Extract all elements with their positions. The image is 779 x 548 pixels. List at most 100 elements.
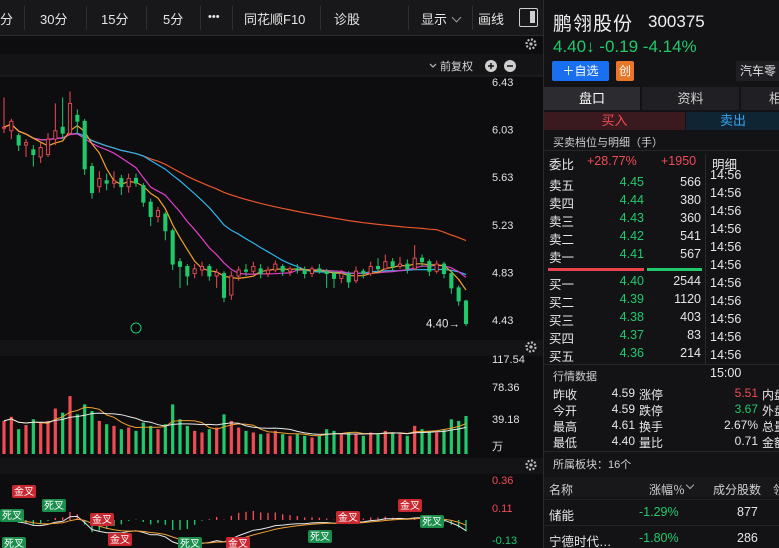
candle-body <box>280 265 285 272</box>
buy-button[interactable]: 买入 <box>544 112 685 130</box>
quote-label: 换手 <box>639 420 664 434</box>
volume-bar <box>398 434 402 454</box>
candle-body <box>346 273 351 283</box>
ask-level-row[interactable]: 卖二 4.42 541 <box>544 228 704 247</box>
volume-bar <box>68 396 72 454</box>
volume-bar <box>200 432 204 454</box>
volume-bar <box>266 433 270 454</box>
volume-bar <box>288 435 292 454</box>
bid-level-row[interactable]: 买一 4.40 2544 <box>544 273 704 292</box>
volume-bar <box>112 425 116 454</box>
volume-bar <box>339 434 343 454</box>
volume-bar <box>2 420 6 454</box>
bid-level-row[interactable]: 买五 4.36 214 <box>544 345 704 364</box>
bid-level-row[interactable]: 买二 4.39 1120 <box>544 291 704 310</box>
divider <box>24 6 25 30</box>
period-30m-button[interactable]: 30分 <box>40 9 67 28</box>
level-volume: 2544 <box>673 274 701 288</box>
candle-body <box>111 180 117 184</box>
period-5m-button[interactable]: 5分 <box>163 9 183 28</box>
col-leader[interactable]: 领 <box>773 481 779 498</box>
tab-pankou[interactable]: 盘口 <box>544 87 641 110</box>
sector-row[interactable]: 储能 -1.29% 877 <box>544 499 779 523</box>
ma60-line <box>3 123 467 242</box>
price-tick-label: 5.63 <box>492 172 513 184</box>
candle-body <box>449 273 454 289</box>
display-dropdown[interactable]: 显示 <box>421 9 462 28</box>
divider <box>408 6 409 30</box>
candle-body <box>207 265 212 277</box>
bid-level-row[interactable]: 买三 4.38 403 <box>544 309 704 328</box>
candle-body <box>397 263 403 267</box>
bid-level-row[interactable]: 买四 4.37 83 <box>544 327 704 346</box>
quote-value: 4.40 <box>611 434 635 448</box>
candle-body <box>258 268 263 275</box>
sector-row[interactable]: 宁德时代… -1.80% 286 <box>544 525 779 548</box>
tab-ziliao[interactable]: 资料 <box>642 87 740 110</box>
stock-code: 300375 <box>648 12 705 31</box>
candle-body <box>104 180 109 184</box>
add-watchlist-button[interactable]: ＋自选 <box>552 61 609 81</box>
more-periods-button[interactable]: ••• <box>208 11 220 23</box>
volume-bar <box>413 425 417 454</box>
sector-count: 286 <box>737 531 758 545</box>
price-tick-label: 4.83 <box>492 267 513 279</box>
candle-body <box>60 126 65 134</box>
level-volume: 567 <box>680 247 701 261</box>
volume-bar <box>405 435 409 454</box>
level-price: 4.38 <box>619 310 644 324</box>
tab-related[interactable]: 相 <box>741 87 779 110</box>
indicator-tick-label: 0.36 <box>492 475 513 487</box>
cross-label-text: 金叉 <box>92 513 112 526</box>
level-price: 4.42 <box>619 229 644 243</box>
candle-body <box>38 146 43 158</box>
weibi-label: 委比 <box>549 158 575 172</box>
volume-bar <box>39 422 43 454</box>
candle-body <box>405 263 410 270</box>
candle-body <box>133 177 139 184</box>
sector-name: 储能 <box>549 509 575 523</box>
ask-level-row[interactable]: 卖一 4.41 567 <box>544 246 704 265</box>
volume-header-strip <box>0 340 543 356</box>
col-change[interactable]: 涨幅％ <box>649 481 685 498</box>
quote-value: 5.51 <box>734 386 758 400</box>
period-15m-button[interactable]: 15分 <box>101 9 128 28</box>
volume-bar <box>310 437 314 454</box>
volume-bar <box>354 434 358 454</box>
candle-body <box>199 265 205 271</box>
volume-bar <box>391 432 395 454</box>
detail-time: 14:56 <box>710 330 742 344</box>
sector-table-header: 名称 涨幅％ 成分股数 领 <box>544 477 779 497</box>
volume-bar <box>207 429 211 454</box>
candle-body <box>463 300 469 325</box>
quote-label: 外盘 <box>762 404 779 418</box>
ask-level-row[interactable]: 卖三 4.43 360 <box>544 210 704 229</box>
kline-chart-area[interactable]: 前复权 6.43 6.03 5.63 5.23 4.83 4.43 4.40→ 117.54 78… <box>0 36 543 548</box>
diagnose-button[interactable]: 诊股 <box>334 9 360 28</box>
candle-body <box>331 273 337 279</box>
volume-bar <box>464 415 468 454</box>
ask-level-row[interactable]: 卖五 4.45 566 <box>544 174 704 193</box>
indicator-header-strip <box>0 458 543 474</box>
candle-body <box>287 268 293 272</box>
col-name[interactable]: 名称 <box>549 481 573 498</box>
level-volume: 566 <box>680 175 701 189</box>
quote-label: 今开 <box>553 404 578 418</box>
quote-label: 量比 <box>639 436 664 450</box>
f10-button[interactable]: 同花顺F10 <box>244 9 305 28</box>
sector-tag[interactable]: 汽车零 <box>736 61 779 81</box>
sell-button[interactable]: 卖出 <box>686 112 779 130</box>
gear-icon <box>525 38 537 50</box>
weicha-value: +1950 <box>661 154 697 168</box>
candle-body <box>45 138 51 156</box>
display-label: 显示 <box>421 12 448 27</box>
col-count[interactable]: 成分股数 <box>713 481 761 498</box>
ask-level-row[interactable]: 卖四 4.44 380 <box>544 192 704 211</box>
draw-line-button[interactable]: 画线 <box>478 9 504 28</box>
level-volume: 214 <box>680 346 701 360</box>
period-day-button[interactable]: 分 <box>0 9 13 28</box>
divider <box>544 364 779 365</box>
toggle-panel-icon[interactable] <box>519 8 538 27</box>
cross-label-text: 死叉 <box>4 538 24 548</box>
quote-value: 4.59 <box>611 402 635 416</box>
